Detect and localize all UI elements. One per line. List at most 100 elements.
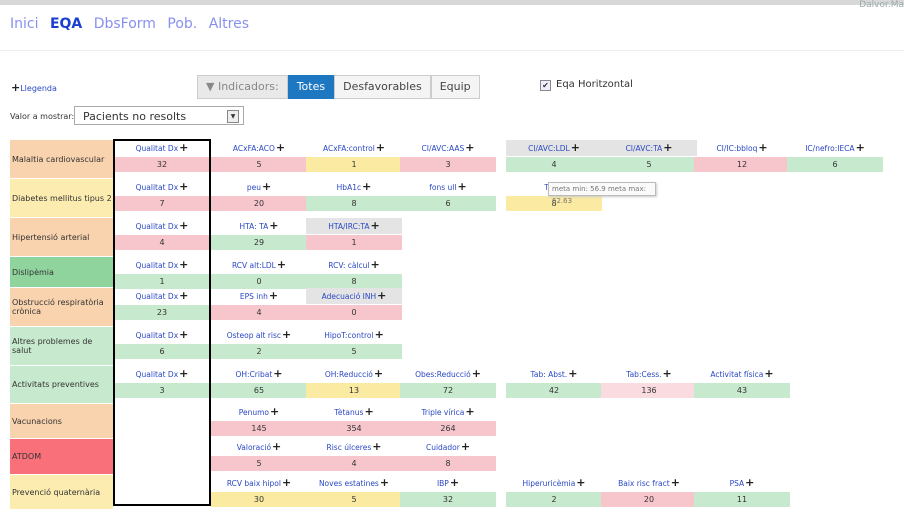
indicator-name[interactable]: Adecuació INH	[322, 292, 377, 301]
plus-icon[interactable]: +	[758, 141, 767, 154]
indicator-name[interactable]: CI/AVC:LDL	[528, 144, 570, 153]
plus-icon[interactable]: +	[461, 440, 470, 453]
indicator-header[interactable]: RCV: càlcul+	[306, 257, 402, 273]
indicator-header[interactable]: Noves estatines+	[306, 475, 402, 491]
plus-icon[interactable]: +	[663, 367, 672, 380]
indicator-name[interactable]: ACxFA:ACO	[233, 144, 275, 153]
indicator-header[interactable]: Activitat física+	[694, 366, 790, 382]
indicator-header[interactable]: HTA/IRC:TA+	[306, 218, 402, 234]
plus-icon[interactable]: +	[374, 367, 383, 380]
indicator-name[interactable]: Baix risc fract	[618, 479, 670, 488]
indicator-header[interactable]: EPS inh+	[211, 288, 307, 304]
indicator-name[interactable]: Risc úlceres	[327, 443, 372, 452]
plus-icon[interactable]: +	[663, 141, 672, 154]
indicator-name[interactable]: CI/AVC:TA	[626, 144, 663, 153]
plus-icon[interactable]: +	[376, 141, 385, 154]
indicator-header[interactable]: IBP+	[400, 475, 496, 491]
indicator-header[interactable]: ACxFA:control+	[306, 140, 402, 156]
plus-icon[interactable]: +	[457, 180, 466, 193]
indicator-header[interactable]: Valoració+	[211, 439, 307, 455]
plus-icon[interactable]: +	[571, 141, 580, 154]
indicator-header[interactable]: Risc úlceres+	[306, 439, 402, 455]
indicator-name[interactable]: PSA	[730, 479, 745, 488]
indicator-name[interactable]: Tètanus	[334, 408, 363, 417]
plus-icon[interactable]: +	[856, 141, 865, 154]
indicator-name[interactable]: HTA: TA	[240, 222, 269, 231]
indicator-name[interactable]: Osteop alt risc	[227, 331, 281, 340]
indicator-header[interactable]: RCV alt:LDL+	[211, 257, 307, 273]
indicator-name[interactable]: OH:Reducció	[325, 370, 373, 379]
indicator-header[interactable]: Obes:Reducció+	[400, 366, 496, 382]
indicator-name[interactable]: RCV: càlcul	[328, 261, 369, 270]
indicator-header[interactable]: fons ull+	[400, 179, 496, 195]
plus-icon[interactable]: +	[745, 476, 754, 489]
indicator-header[interactable]: Baix risc fract+	[601, 475, 697, 491]
plus-icon[interactable]: +	[671, 476, 680, 489]
indicator-header[interactable]: Osteop alt risc+	[211, 327, 307, 343]
indicator-name[interactable]: Tab: Abst.	[531, 370, 568, 379]
plus-icon[interactable]: +	[465, 141, 474, 154]
indicator-header[interactable]: CI/AVC:LDL+	[506, 140, 602, 156]
indicator-header[interactable]: CI/AVC:TA+	[601, 140, 697, 156]
indicator-header[interactable]: Adecuació INH+	[306, 288, 402, 304]
indicator-header[interactable]: Triple vírica+	[400, 404, 496, 420]
indicator-header[interactable]: Tab:Cess.+	[601, 366, 697, 382]
filter-totes-button[interactable]: Totes	[287, 75, 335, 99]
indicator-name[interactable]: Valoració	[237, 443, 271, 452]
nav-inici[interactable]: Inici	[10, 16, 38, 32]
indicator-name[interactable]: HTA/IRC:TA	[328, 222, 369, 231]
indicator-header[interactable]: OH:Reducció+	[306, 366, 402, 382]
indicator-header[interactable]: peu+	[211, 179, 307, 195]
valor-select[interactable]: Pacients no resolts ▼	[74, 106, 244, 125]
indicator-header[interactable]: Cuidador+	[400, 439, 496, 455]
checkbox-icon[interactable]: ✔	[540, 80, 551, 91]
plus-icon[interactable]: +	[371, 219, 380, 232]
indicator-header[interactable]: CI/AVC:AAS+	[400, 140, 496, 156]
plus-icon[interactable]: +	[272, 440, 281, 453]
nav-pob[interactable]: Pob.	[167, 16, 197, 32]
plus-icon[interactable]: +	[262, 180, 271, 193]
indicator-name[interactable]: RCV alt:LDL	[232, 261, 276, 270]
indicator-header[interactable]: Tètanus+	[306, 404, 402, 420]
indicator-header[interactable]: CI/IC:bbloq+	[694, 140, 790, 156]
plus-icon[interactable]: +	[276, 141, 285, 154]
plus-icon[interactable]: +	[380, 476, 389, 489]
plus-icon[interactable]: +	[371, 258, 380, 271]
nav-altres[interactable]: Altres	[209, 16, 249, 32]
indicator-name[interactable]: IC/nefro:IECA	[805, 144, 854, 153]
indicator-header[interactable]: OH:Cribat+	[211, 366, 307, 382]
plus-icon[interactable]: +	[764, 367, 773, 380]
plus-icon[interactable]: +	[576, 476, 585, 489]
indicator-name[interactable]: OH:Cribat	[236, 370, 273, 379]
indicator-name[interactable]: Hiperuricèmia	[522, 479, 575, 488]
indicator-name[interactable]: EPS inh	[240, 292, 268, 301]
plus-icon[interactable]: +	[277, 258, 286, 271]
indicator-name[interactable]: Tab:Cess.	[626, 370, 661, 379]
indicator-header[interactable]: IC/nefro:IECA+	[787, 140, 883, 156]
plus-icon[interactable]: +	[450, 476, 459, 489]
indicator-name[interactable]: HipoT:control	[324, 331, 373, 340]
indicator-header[interactable]: PSA+	[694, 475, 790, 491]
indicator-name[interactable]: Activitat física	[710, 370, 763, 379]
plus-icon[interactable]: +	[472, 367, 481, 380]
plus-icon[interactable]: +	[465, 405, 474, 418]
indicator-name[interactable]: peu	[247, 183, 261, 192]
indicator-name[interactable]: ACxFA:control	[323, 144, 375, 153]
plus-icon[interactable]: +	[364, 405, 373, 418]
indicator-name[interactable]: Noves estatines	[319, 479, 379, 488]
plus-icon[interactable]: +	[372, 440, 381, 453]
filter-desfavorables-button[interactable]: Desfavorables	[334, 75, 431, 99]
nav-dbsform[interactable]: DbsForm	[94, 16, 156, 32]
indicator-name[interactable]: HbA1c	[337, 183, 361, 192]
indicator-header[interactable]: HTA: TA+	[211, 218, 307, 234]
indicator-header[interactable]: HbA1c+	[306, 179, 402, 195]
plus-icon[interactable]: +	[269, 219, 278, 232]
plus-icon[interactable]: +	[568, 367, 577, 380]
indicator-name[interactable]: Cuidador	[426, 443, 460, 452]
plus-icon[interactable]: +	[270, 405, 279, 418]
indicator-header[interactable]: Hiperuricèmia+	[506, 475, 602, 491]
indicator-name[interactable]: Obes:Reducció	[415, 370, 471, 379]
indicator-name[interactable]: IBP	[437, 479, 449, 488]
plus-icon[interactable]: +	[282, 476, 291, 489]
legend-link[interactable]: +Llegenda	[10, 81, 57, 94]
